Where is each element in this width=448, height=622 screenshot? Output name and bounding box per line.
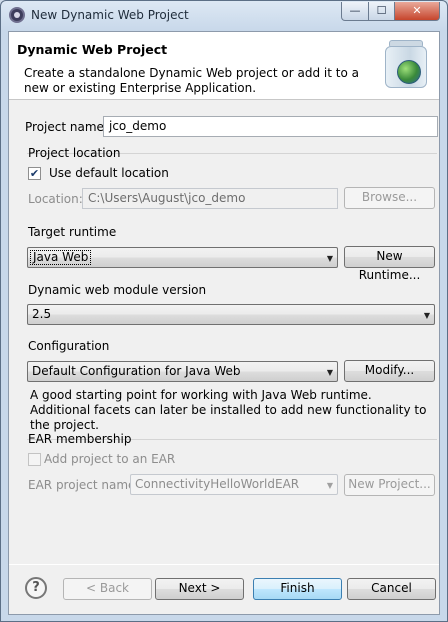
next-button[interactable]: Next >	[155, 578, 244, 600]
module-version-title: Dynamic web module version	[28, 283, 207, 297]
project-location-title: Project location	[28, 146, 121, 160]
target-runtime-select[interactable]: Java Web ▼	[27, 247, 338, 268]
ear-project-name-select[interactable]: ConnectivityHelloWorldEAR ▼	[130, 474, 338, 495]
chevron-down-icon: ▼	[326, 481, 333, 490]
location-input[interactable]: C:\Users\August\jco_demo	[82, 188, 338, 209]
module-version-value: 2.5	[32, 307, 52, 321]
cancel-button[interactable]: Cancel	[347, 578, 436, 600]
ear-project-name-label: EAR project name:	[28, 478, 140, 492]
new-project-button[interactable]: New Project...	[344, 474, 435, 496]
modify-button[interactable]: Modify...	[344, 360, 435, 382]
use-default-location-checkbox[interactable]: ✔	[28, 167, 41, 180]
configuration-title: Configuration	[28, 339, 110, 353]
configuration-description: A good starting point for working with J…	[30, 388, 427, 432]
chevron-down-icon: ▼	[326, 368, 333, 377]
eclipse-icon	[9, 7, 25, 23]
minimize-button[interactable]: —	[341, 2, 369, 21]
title-bar[interactable]: New Dynamic Web Project — ☐ ✕	[1, 1, 447, 31]
footer-separator	[9, 564, 439, 565]
jar-globe-icon	[383, 38, 431, 90]
target-runtime-value: Java Web	[30, 250, 92, 265]
globe-icon	[397, 60, 421, 84]
close-button[interactable]: ✕	[394, 2, 440, 21]
project-name-label: Project name:	[25, 120, 108, 134]
target-runtime-title: Target runtime	[28, 225, 117, 239]
use-default-location-label: Use default location	[49, 166, 169, 180]
location-label: Location:	[28, 192, 83, 206]
wizard-banner: Dynamic Web Project Create a standalone …	[9, 32, 439, 100]
dialog-window: New Dynamic Web Project — ☐ ✕ Dynamic We…	[0, 0, 448, 622]
window-title: New Dynamic Web Project	[31, 8, 189, 22]
new-runtime-button[interactable]: New Runtime...	[344, 246, 435, 282]
project-name-input[interactable]: jco_demo	[103, 116, 438, 137]
add-to-ear-label: Add project to an EAR	[44, 452, 176, 466]
chevron-down-icon: ▼	[326, 254, 333, 263]
module-version-select[interactable]: 2.5 ▼	[27, 304, 435, 325]
back-button[interactable]: < Back	[63, 578, 152, 600]
chevron-down-icon: ▼	[423, 311, 430, 320]
add-to-ear-checkbox[interactable]	[28, 453, 41, 466]
finish-button[interactable]: Finish	[253, 578, 342, 600]
browse-button[interactable]: Browse...	[344, 187, 435, 209]
help-icon[interactable]: ?	[25, 577, 47, 599]
ear-membership-title: EAR membership	[28, 432, 132, 446]
maximize-button[interactable]: ☐	[368, 2, 395, 21]
page-description: Create a standalone Dynamic Web project …	[24, 66, 359, 95]
configuration-select[interactable]: Default Configuration for Java Web ▼	[27, 361, 338, 382]
configuration-value: Default Configuration for Java Web	[32, 364, 241, 378]
ear-project-name-value: ConnectivityHelloWorldEAR	[135, 477, 300, 491]
page-title: Dynamic Web Project	[17, 42, 168, 57]
dialog-client-area: Dynamic Web Project Create a standalone …	[8, 31, 440, 615]
